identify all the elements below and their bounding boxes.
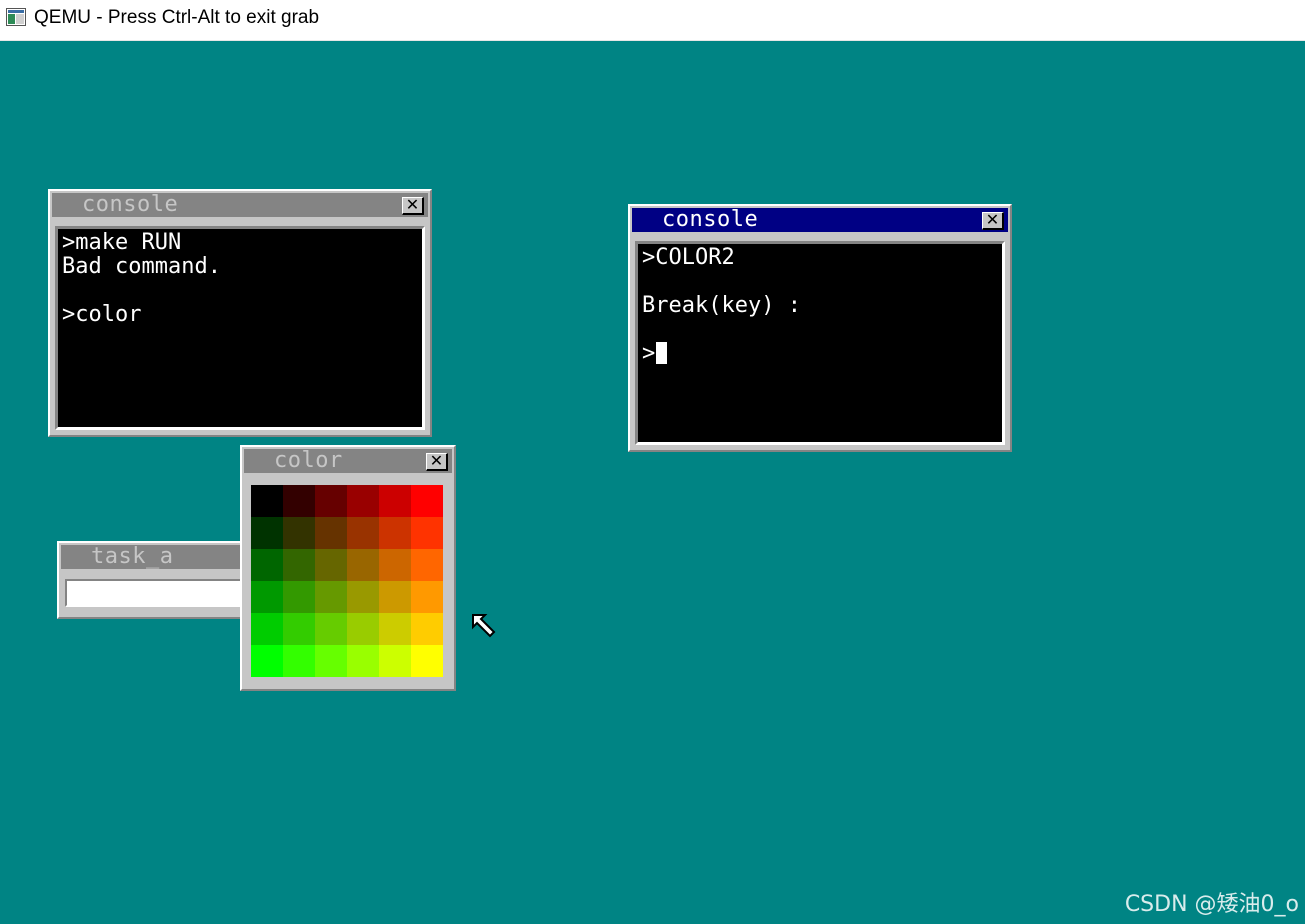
- terminal-line: >make RUN: [62, 230, 182, 255]
- color-swatch: [251, 549, 283, 581]
- console-inactive-terminal[interactable]: >make RUN Bad command. >color: [55, 226, 425, 430]
- color-swatch: [347, 485, 379, 517]
- color-swatch: [251, 485, 283, 517]
- color-swatch: [347, 581, 379, 613]
- guest-desktop: task_a console ✕ >make RUN Bad command. …: [0, 41, 1305, 924]
- host-title-bar: QEMU - Press Ctrl-Alt to exit grab: [0, 0, 1305, 41]
- window-color[interactable]: color ✕: [240, 445, 456, 691]
- window-task-a-title: task_a: [91, 544, 174, 569]
- color-swatch: [379, 613, 411, 645]
- color-swatch: [411, 613, 443, 645]
- color-swatch: [347, 517, 379, 549]
- color-swatch: [315, 613, 347, 645]
- terminal-prompt-line[interactable]: >: [642, 341, 668, 366]
- close-icon: ✕: [405, 195, 420, 214]
- window-color-titlebar[interactable]: color ✕: [244, 448, 452, 473]
- window-console-active[interactable]: console ✕ >COLOR2 Break(key) : >: [628, 204, 1012, 452]
- color-swatch: [347, 549, 379, 581]
- color-swatch: [283, 581, 315, 613]
- window-console-active-titlebar[interactable]: console ✕: [632, 207, 1008, 232]
- color-swatch: [379, 517, 411, 549]
- color-swatch: [411, 517, 443, 549]
- arrow-cursor-icon: [472, 614, 496, 638]
- color-swatch: [379, 581, 411, 613]
- color-swatch: [379, 645, 411, 677]
- color-swatch: [411, 485, 443, 517]
- color-swatch: [315, 581, 347, 613]
- terminal-line: >color: [62, 302, 142, 327]
- color-swatch: [251, 517, 283, 549]
- color-swatch: [251, 581, 283, 613]
- close-icon: ✕: [429, 451, 444, 470]
- window-console-inactive-titlebar[interactable]: console ✕: [52, 192, 428, 217]
- qemu-app-icon: [6, 8, 26, 26]
- color-swatch: [347, 645, 379, 677]
- color-swatch: [251, 613, 283, 645]
- color-swatch: [283, 549, 315, 581]
- color-swatch: [283, 613, 315, 645]
- close-icon: ✕: [985, 210, 1000, 229]
- color-swatch: [347, 613, 379, 645]
- color-swatch: [283, 645, 315, 677]
- terminal-line: Break(key) :: [642, 293, 801, 318]
- color-palette: [251, 485, 443, 677]
- host-window-title: QEMU - Press Ctrl-Alt to exit grab: [34, 7, 320, 28]
- task-a-textbox[interactable]: [65, 579, 243, 607]
- terminal-prompt: >: [642, 341, 656, 366]
- window-color-title: color: [274, 448, 343, 473]
- color-swatch: [283, 517, 315, 549]
- console-active-terminal[interactable]: >COLOR2 Break(key) : >: [635, 241, 1005, 445]
- terminal-line: Bad command.: [62, 254, 221, 279]
- window-task-a[interactable]: task_a: [57, 541, 247, 619]
- close-button[interactable]: ✕: [426, 453, 448, 471]
- window-console-inactive-title: console: [82, 192, 179, 217]
- color-swatch: [315, 517, 347, 549]
- color-swatch: [251, 645, 283, 677]
- close-button[interactable]: ✕: [402, 197, 424, 215]
- color-swatch: [315, 485, 347, 517]
- close-button[interactable]: ✕: [982, 212, 1004, 230]
- color-swatch: [379, 549, 411, 581]
- color-swatch: [411, 549, 443, 581]
- color-swatch: [315, 645, 347, 677]
- color-swatch: [411, 645, 443, 677]
- text-cursor: [656, 342, 668, 364]
- color-swatch: [411, 581, 443, 613]
- watermark: CSDN @矮油0_o: [1124, 892, 1299, 917]
- color-swatch: [315, 549, 347, 581]
- terminal-line: >COLOR2: [642, 245, 735, 270]
- color-swatch: [283, 485, 315, 517]
- window-console-inactive[interactable]: console ✕ >make RUN Bad command. >color: [48, 189, 432, 437]
- color-swatch: [379, 485, 411, 517]
- window-task-a-titlebar[interactable]: task_a: [61, 544, 243, 569]
- window-console-active-title: console: [662, 207, 759, 232]
